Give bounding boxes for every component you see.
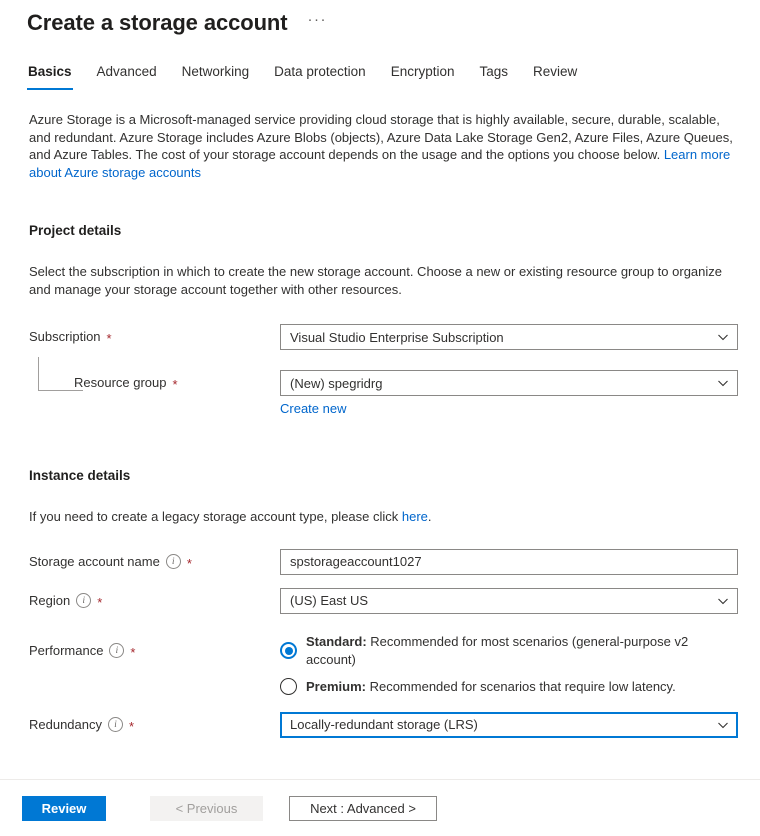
resource-group-required-marker: * bbox=[173, 379, 178, 391]
intro-text: Azure Storage is a Microsoft-managed ser… bbox=[29, 112, 733, 162]
previous-button: < Previous bbox=[150, 796, 263, 821]
resource-group-control: (New) spegridrg Create new bbox=[280, 370, 738, 416]
region-row: Region i * (US) East US bbox=[29, 588, 738, 614]
redundancy-row: Redundancy i * Locally-redundant storage… bbox=[29, 712, 738, 738]
subscription-value: Visual Studio Enterprise Subscription bbox=[290, 330, 709, 345]
subscription-select[interactable]: Visual Studio Enterprise Subscription bbox=[280, 324, 738, 350]
project-details-description: Select the subscription in which to crea… bbox=[29, 263, 738, 298]
storage-account-name-value: spstorageaccount1027 bbox=[290, 554, 729, 569]
subscription-required-marker: * bbox=[107, 333, 112, 345]
tab-data-protection[interactable]: Data protection bbox=[273, 63, 367, 90]
project-details-heading: Project details bbox=[29, 223, 738, 238]
performance-row: Performance i * Standard: Recommended fo… bbox=[29, 638, 738, 700]
info-icon[interactable]: i bbox=[76, 593, 91, 608]
redundancy-label-group: Redundancy i * bbox=[29, 712, 280, 734]
footer-buttons: Review < Previous Next : Advanced > bbox=[0, 780, 760, 836]
info-icon[interactable]: i bbox=[166, 554, 181, 569]
performance-premium-strong: Premium: bbox=[306, 679, 366, 694]
redundancy-label: Redundancy bbox=[29, 716, 102, 734]
tab-advanced[interactable]: Advanced bbox=[96, 63, 158, 90]
more-options-icon[interactable]: ··· bbox=[303, 12, 331, 34]
region-label-group: Region i * bbox=[29, 588, 280, 610]
page-header: Create a storage account ··· bbox=[0, 0, 760, 38]
performance-premium-desc: Recommended for scenarios that require l… bbox=[366, 679, 676, 694]
storage-account-name-input[interactable]: spstorageaccount1027 bbox=[280, 549, 738, 575]
form-content: Azure Storage is a Microsoft-managed ser… bbox=[0, 111, 760, 738]
resource-group-row: Resource group * (New) spegridrg Create … bbox=[29, 370, 738, 416]
region-required-marker: * bbox=[97, 597, 102, 609]
performance-required-marker: * bbox=[130, 647, 135, 659]
create-new-resource-group-link[interactable]: Create new bbox=[280, 401, 346, 416]
instance-details-heading: Instance details bbox=[29, 468, 738, 483]
chevron-down-icon bbox=[717, 595, 729, 607]
chevron-down-icon bbox=[717, 719, 729, 731]
legacy-account-note: If you need to create a legacy storage a… bbox=[29, 508, 738, 526]
performance-premium-text: Premium: Recommended for scenarios that … bbox=[306, 678, 676, 696]
resource-group-label: Resource group bbox=[74, 374, 167, 392]
performance-label-group: Performance i * bbox=[29, 638, 280, 660]
performance-option-standard[interactable]: Standard: Recommended for most scenarios… bbox=[280, 638, 738, 664]
performance-standard-strong: Standard: bbox=[306, 634, 367, 649]
redundancy-required-marker: * bbox=[129, 721, 134, 733]
tab-networking[interactable]: Networking bbox=[181, 63, 251, 90]
storage-account-name-label-group: Storage account name i * bbox=[29, 549, 280, 571]
review-button[interactable]: Review bbox=[22, 796, 106, 821]
legacy-note-before: If you need to create a legacy storage a… bbox=[29, 509, 402, 524]
create-new-wrapper: Create new bbox=[280, 401, 738, 416]
redundancy-value: Locally-redundant storage (LRS) bbox=[290, 717, 709, 732]
performance-label: Performance bbox=[29, 642, 103, 660]
intro-paragraph: Azure Storage is a Microsoft-managed ser… bbox=[29, 111, 738, 181]
performance-standard-text: Standard: Recommended for most scenarios… bbox=[306, 633, 738, 669]
tab-bar: Basics Advanced Networking Data protecti… bbox=[0, 60, 760, 90]
performance-option-premium[interactable]: Premium: Recommended for scenarios that … bbox=[280, 674, 738, 700]
legacy-note-after: . bbox=[428, 509, 432, 524]
next-advanced-button[interactable]: Next : Advanced > bbox=[289, 796, 437, 821]
region-control: (US) East US bbox=[280, 588, 738, 614]
storage-account-name-control: spstorageaccount1027 bbox=[280, 549, 738, 575]
subscription-label-group: Subscription * bbox=[29, 324, 280, 346]
subscription-row: Subscription * Visual Studio Enterprise … bbox=[29, 324, 738, 350]
tab-basics[interactable]: Basics bbox=[27, 63, 73, 90]
info-icon[interactable]: i bbox=[108, 717, 123, 732]
page-title: Create a storage account bbox=[27, 8, 287, 38]
radio-standard[interactable] bbox=[280, 642, 297, 659]
performance-options: Standard: Recommended for most scenarios… bbox=[280, 638, 738, 700]
chevron-down-icon bbox=[717, 377, 729, 389]
footer-bar: Review < Previous Next : Advanced > bbox=[0, 779, 760, 836]
radio-premium[interactable] bbox=[280, 678, 297, 695]
tab-tags[interactable]: Tags bbox=[478, 63, 509, 90]
subscription-label: Subscription bbox=[29, 328, 101, 346]
legacy-here-link[interactable]: here bbox=[402, 509, 428, 524]
region-value: (US) East US bbox=[290, 593, 709, 608]
tab-review[interactable]: Review bbox=[532, 63, 578, 90]
storage-account-name-required-marker: * bbox=[187, 558, 192, 570]
subscription-control: Visual Studio Enterprise Subscription bbox=[280, 324, 738, 350]
tab-encryption[interactable]: Encryption bbox=[390, 63, 456, 90]
resource-group-select[interactable]: (New) spegridrg bbox=[280, 370, 738, 396]
redundancy-control: Locally-redundant storage (LRS) bbox=[280, 712, 738, 738]
info-icon[interactable]: i bbox=[109, 643, 124, 658]
storage-account-name-row: Storage account name i * spstorageaccoun… bbox=[29, 549, 738, 575]
redundancy-select[interactable]: Locally-redundant storage (LRS) bbox=[280, 712, 738, 738]
resource-group-connector bbox=[38, 357, 83, 391]
resource-group-value: (New) spegridrg bbox=[290, 376, 709, 391]
region-select[interactable]: (US) East US bbox=[280, 588, 738, 614]
chevron-down-icon bbox=[717, 331, 729, 343]
storage-account-name-label: Storage account name bbox=[29, 553, 160, 571]
region-label: Region bbox=[29, 592, 70, 610]
